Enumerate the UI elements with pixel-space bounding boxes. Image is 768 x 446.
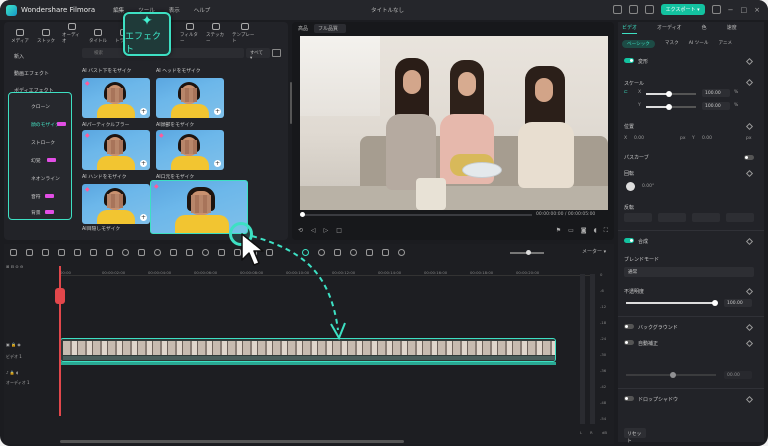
tab-effects[interactable]: ✦ エフェクト (123, 12, 171, 56)
mouse-pointer-icon (241, 233, 264, 266)
drag-arrow-icon (251, 235, 346, 341)
sparkle-icon: ✦ (141, 12, 153, 29)
app-window: Wondershare Filmora 編集 ツール 表示 ヘルプ タイトルなし… (0, 0, 768, 446)
tab-effects-label: エフェクト (125, 31, 162, 55)
